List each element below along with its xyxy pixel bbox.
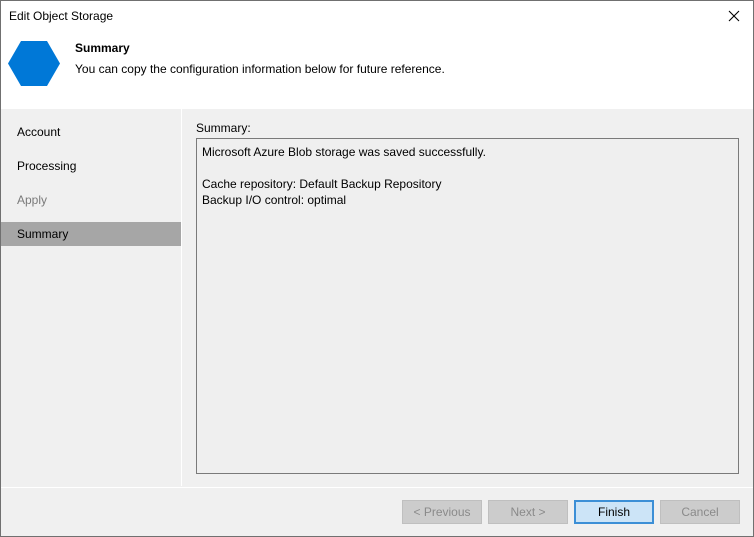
hexagon-icon [8,41,60,86]
sidebar-item-summary[interactable]: Summary [1,222,181,246]
summary-textarea[interactable]: Microsoft Azure Blob storage was saved s… [196,138,739,474]
cancel-button[interactable]: Cancel [660,500,740,524]
step-description: You can copy the configuration informati… [75,62,445,76]
close-icon [728,10,740,22]
close-button[interactable] [719,1,749,31]
previous-button[interactable]: < Previous [402,500,482,524]
footer-divider [1,487,753,488]
edit-object-storage-dialog: Edit Object Storage Summary You can copy… [0,0,754,537]
step-title: Summary [75,41,130,55]
window-title: Edit Object Storage [9,9,114,23]
next-button[interactable]: Next > [488,500,568,524]
wizard-steps-sidebar: Account Processing Apply Summary [1,109,182,486]
sidebar-item-apply: Apply [17,193,48,207]
wizard-header: Summary You can copy the configuration i… [1,31,753,109]
title-bar: Edit Object Storage [1,1,753,31]
sidebar-item-account[interactable]: Account [1,120,181,144]
sidebar-item-processing[interactable]: Processing [1,154,181,178]
finish-button[interactable]: Finish [574,500,654,524]
summary-label: Summary: [196,121,251,135]
